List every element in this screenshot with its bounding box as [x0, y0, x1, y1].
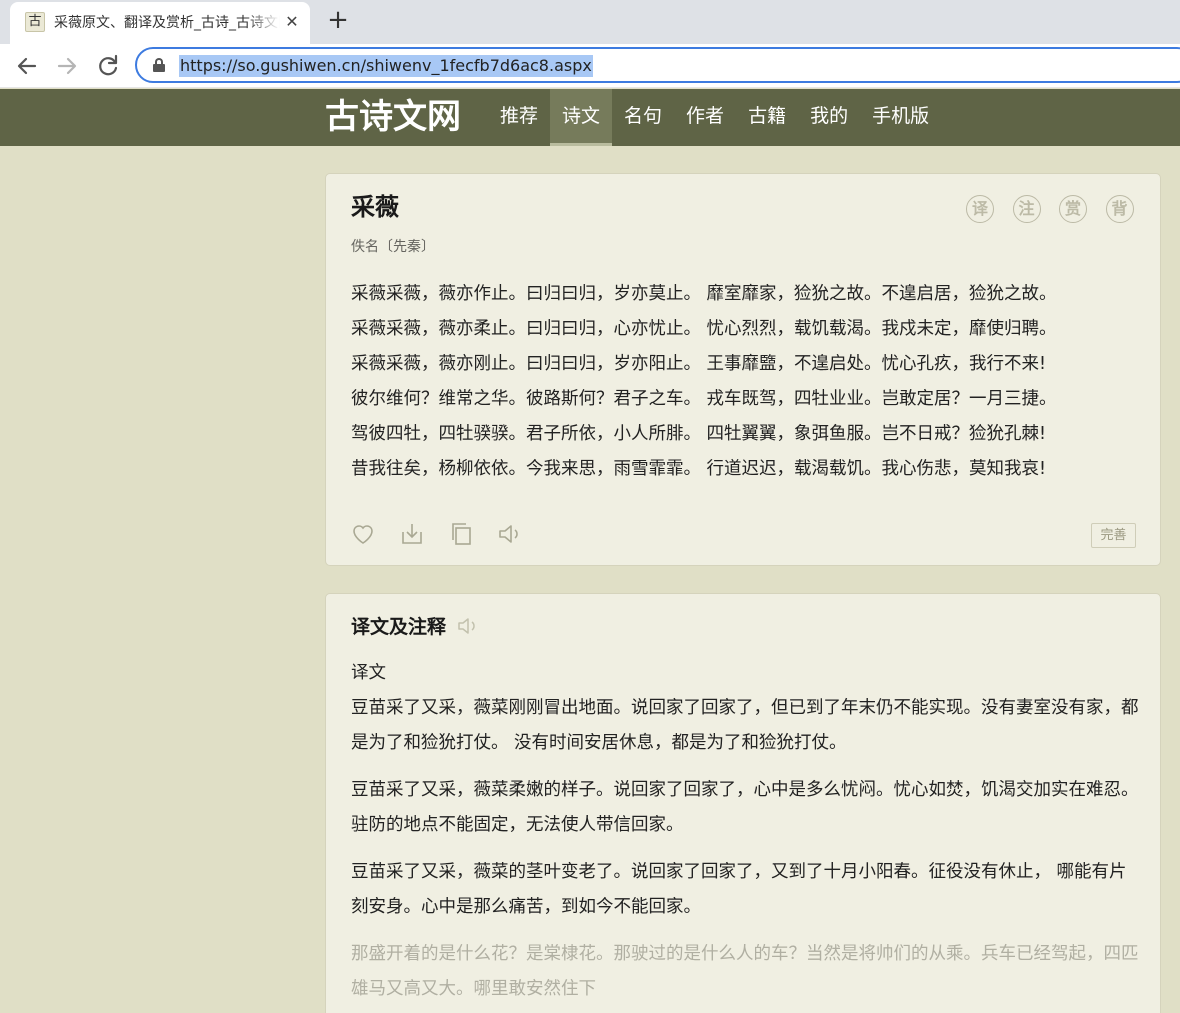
download-icon[interactable]: [399, 521, 425, 547]
forward-arrow-icon[interactable]: [53, 52, 81, 80]
poem-line: 采薇采薇，薇亦柔止。曰归曰归，心亦忧止。 忧心烈烈，载饥载渴。我戍未定，靡使归聘…: [351, 319, 1057, 339]
site-logo[interactable]: 古诗文网: [325, 95, 461, 139]
section-title: 译文及注释: [351, 616, 447, 638]
translation-paragraph: 豆苗采了又采，薇菜刚刚冒出地面。说回家了回家了，但已到了年末仍不能实现。没有妻室…: [351, 698, 1139, 753]
poem-line: 采薇采薇，薇亦作止。曰归曰归，岁亦莫止。 靡室靡家，猃狁之故。不遑启居，猃狁之故…: [351, 284, 1057, 304]
tab-title: 采薇原文、翻译及赏析_古诗_古诗文网: [54, 15, 280, 31]
browser-toolbar: https://so.gushiwen.cn/shiwenv_1fecfb7d6…: [0, 44, 1180, 88]
translation-card: 译文及注释 译文 豆苗采了又采，薇菜刚刚冒出地面。说回家了回家了，但已到了年末仍…: [325, 593, 1161, 1013]
translation-body: 豆苗采了又采，薇菜刚刚冒出地面。说回家了回家了，但已到了年末仍不能实现。没有妻室…: [351, 691, 1141, 1013]
nav-item-mobile[interactable]: 手机版: [860, 89, 941, 146]
poem-author[interactable]: 佚名〔先秦〕: [351, 237, 435, 257]
poem-tool-icons: 译 注 赏 背: [966, 195, 1134, 223]
reload-icon[interactable]: [94, 52, 122, 80]
nav-item-mine[interactable]: 我的: [798, 89, 860, 146]
nav-item-poems[interactable]: 诗文: [550, 89, 613, 146]
recite-toggle-icon[interactable]: 背: [1105, 195, 1134, 223]
translation-paragraph: 豆苗采了又采，薇菜柔嫩的样子。说回家了回家了，心中是多么忧闷。忧心如焚，饥渴交加…: [351, 780, 1139, 835]
poem-body: 采薇采薇，薇亦作止。曰归曰归，岁亦莫止。 靡室靡家，猃狁之故。不遑启居，猃狁之故…: [351, 277, 1057, 487]
annotate-toggle-icon[interactable]: 注: [1012, 195, 1041, 223]
site-header: 古诗文网 推荐 诗文 名句 作者 古籍 我的 手机版: [0, 89, 1180, 146]
copy-icon[interactable]: [448, 521, 474, 547]
translate-toggle-icon[interactable]: 译: [966, 195, 994, 223]
improve-button[interactable]: 完善: [1091, 523, 1136, 548]
poem-line: 采薇采薇，薇亦刚止。曰归曰归，岁亦阳止。 王事靡盬，不遑启处。忧心孔疚，我行不来…: [351, 354, 1047, 374]
site-nav: 推荐 诗文 名句 作者 古籍 我的 手机版: [488, 89, 941, 146]
translation-label: 译文: [351, 663, 386, 683]
translation-paragraph-faded: 那盛开着的是什么花？是棠棣花。那驶过的是什么人的车？当然是将帅们的从乘。兵车已经…: [351, 944, 1139, 999]
address-bar[interactable]: https://so.gushiwen.cn/shiwenv_1fecfb7d6…: [135, 47, 1180, 83]
poem-line: 彼尔维何？维常之华。彼路斯何？君子之车。 戎车既驾，四牡业业。岂敢定居？一月三捷…: [351, 389, 1057, 409]
new-tab-button[interactable]: +: [325, 7, 351, 34]
translation-paragraph: 豆苗采了又采，薇菜的茎叶变老了。说回家了回家了，又到了十月小阳春。征役没有休止，…: [351, 862, 1127, 917]
lock-icon[interactable]: [152, 58, 166, 72]
appreciate-toggle-icon[interactable]: 赏: [1059, 195, 1087, 223]
speaker-icon[interactable]: [457, 614, 479, 638]
site-favicon-icon: 古: [25, 12, 45, 32]
browser-tab-bar: 古 采薇原文、翻译及赏析_古诗_古诗文网 ✕ +: [0, 0, 1180, 44]
back-arrow-icon[interactable]: [13, 52, 41, 80]
close-icon[interactable]: ✕: [282, 12, 302, 32]
nav-item-recommend[interactable]: 推荐: [488, 89, 550, 146]
poem-title: 采薇: [351, 193, 399, 221]
url-text[interactable]: https://so.gushiwen.cn/shiwenv_1fecfb7d6…: [179, 55, 593, 77]
poem-actions: [350, 521, 546, 547]
browser-tab[interactable]: 古 采薇原文、翻译及赏析_古诗_古诗文网 ✕: [10, 2, 310, 44]
poem-line: 昔我往矣，杨柳依依。今我来思，雨雪霏霏。 行道迟迟，载渴载饥。我心伤悲，莫知我哀…: [351, 459, 1047, 479]
nav-item-classics[interactable]: 古籍: [736, 89, 798, 146]
poem-line: 驾彼四牡，四牡骙骙。君子所依，小人所腓。 四牡翼翼，象弭鱼服。岂不日戒？猃狁孔棘…: [351, 424, 1047, 444]
nav-item-quotes[interactable]: 名句: [612, 89, 674, 146]
nav-item-authors[interactable]: 作者: [674, 89, 736, 146]
poem-card: 采薇 佚名〔先秦〕 译 注 赏 背 采薇采薇，薇亦作止。曰归曰归，岁亦莫止。 靡…: [325, 173, 1161, 566]
heart-icon[interactable]: [350, 521, 376, 547]
speaker-icon[interactable]: [497, 521, 523, 547]
